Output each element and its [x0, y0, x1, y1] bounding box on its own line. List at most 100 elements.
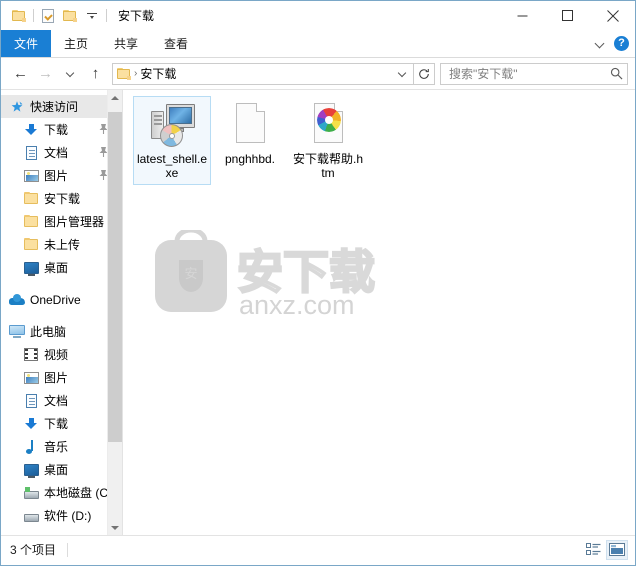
sidebar-item-label: 图片管理器 [44, 215, 105, 229]
sidebar-item-documents-pc[interactable]: 文档 [1, 389, 122, 412]
tab-file[interactable]: 文件 [1, 30, 52, 57]
recent-locations-button[interactable] [58, 61, 83, 86]
chevron-down-icon [398, 69, 408, 79]
file-item[interactable]: 安下载帮助.htm [289, 96, 367, 185]
breadcrumb-dropdown-icon[interactable] [395, 64, 411, 84]
drive-icon [23, 485, 39, 501]
sidebar-item-not-uploaded[interactable]: 未上传 [1, 233, 122, 256]
sidebar-item-label: 音乐 [44, 440, 69, 454]
sidebar-item-quick-access[interactable]: 快速访问 [1, 95, 122, 118]
back-arrow-icon: ← [13, 65, 28, 82]
window-title: 安下载 [118, 9, 155, 23]
svg-text:安下载: 安下载 [237, 246, 375, 298]
sidebar-item-label: 文档 [44, 394, 69, 408]
document-icon [23, 145, 39, 161]
sidebar-item-label: 此电脑 [30, 325, 67, 339]
qat-divider [33, 9, 34, 22]
window-controls [500, 1, 635, 30]
quick-access-toolbar: 安下载 [1, 5, 154, 27]
sidebar-item-label: 图片 [44, 169, 69, 183]
sidebar-item-label: 未上传 [44, 238, 81, 252]
sidebar-item-downloads-pc[interactable]: 下载 [1, 412, 122, 435]
back-button[interactable]: ← [8, 61, 33, 86]
scroll-down-icon[interactable] [108, 520, 122, 535]
minimize-icon[interactable] [500, 1, 545, 30]
sidebar-item-software-d[interactable]: 软件 (D:) [1, 504, 122, 527]
sidebar-item-downloads[interactable]: 下载 [1, 118, 122, 141]
tab-home[interactable]: 主页 [51, 30, 101, 57]
html-pinwheel-icon [304, 101, 352, 149]
file-name: pnghhbd. [224, 152, 276, 166]
sidebar-item-desktop[interactable]: 桌面 [1, 256, 122, 279]
sidebar-item-label: 视频 [44, 348, 69, 362]
view-toggle-group [582, 536, 628, 563]
file-name: latest_shell.exe [136, 152, 208, 180]
up-arrow-icon: ↑ [91, 65, 100, 82]
sidebar-item-onedrive[interactable]: OneDrive [1, 288, 122, 311]
chevron-down-icon [66, 69, 76, 79]
sidebar-item-pictures[interactable]: 图片 [1, 164, 122, 187]
sidebar-item-label: 图片 [44, 371, 69, 385]
tab-view[interactable]: 查看 [151, 30, 201, 57]
sidebar-item-label: 安下载 [44, 192, 81, 206]
scroll-up-icon[interactable] [108, 90, 122, 105]
close-icon[interactable] [590, 1, 635, 30]
navigation-list: 快速访问 下载 文档 图片 安下载 图片管理器 未上传 桌面 OneDrive … [1, 90, 122, 527]
chevron-down-icon[interactable] [595, 38, 606, 49]
sidebar-item-local-disk-c[interactable]: 本地磁盘 (C [1, 481, 122, 504]
folder-icon[interactable] [8, 5, 30, 27]
breadcrumb-bar[interactable]: › 安下载 [112, 62, 414, 85]
search-box[interactable] [440, 62, 628, 85]
new-folder-icon[interactable] [59, 5, 81, 27]
this-pc-icon [9, 324, 25, 340]
details-view-icon[interactable] [582, 540, 604, 560]
onedrive-icon [9, 292, 25, 308]
tab-share[interactable]: 共享 [101, 30, 151, 57]
breadcrumb: › 安下载 [117, 65, 395, 82]
status-bar: 3 个项目 [1, 535, 635, 563]
watermark: 安 安下载 anxz.com [153, 230, 433, 322]
document-icon [23, 393, 39, 409]
sidebar-item-videos[interactable]: 视频 [1, 343, 122, 366]
file-item[interactable]: latest_shell.exe [133, 96, 211, 185]
sidebar-item-this-pc[interactable]: 此电脑 [1, 320, 122, 343]
pictures-icon [23, 168, 39, 184]
doc-check-icon[interactable] [37, 5, 59, 27]
breadcrumb-separator: › [134, 68, 138, 79]
download-icon [23, 122, 39, 138]
navigation-pane: 快速访问 下载 文档 图片 安下载 图片管理器 未上传 桌面 OneDrive … [1, 90, 123, 535]
sidebar-item-desktop-pc[interactable]: 桌面 [1, 458, 122, 481]
qat-divider-2 [106, 9, 107, 22]
breadcrumb-current[interactable]: 安下载 [140, 65, 176, 82]
help-icon[interactable]: ? [614, 36, 629, 51]
search-input[interactable] [447, 65, 610, 82]
sidebar-item-picture-manager[interactable]: 图片管理器 [1, 210, 122, 233]
sidebar-item-pictures-pc[interactable]: 图片 [1, 366, 122, 389]
sidebar-item-label: 文档 [44, 146, 69, 160]
pictures-icon [23, 370, 39, 386]
refresh-button[interactable] [414, 62, 435, 85]
address-bar: ← → ↑ › 安下载 [1, 58, 635, 89]
file-list-pane[interactable]: 安 安下载 anxz.com latest_shell.exe pnghhbd.… [123, 90, 635, 535]
sidebar-item-label: 桌面 [44, 463, 69, 477]
search-icon[interactable] [610, 67, 623, 80]
sidebar-item-music[interactable]: 音乐 [1, 435, 122, 458]
caret-down-icon[interactable] [81, 5, 103, 27]
file-explorer-window: 安下载 文件 主页 共享 查看 ? ← → ↑ › 安下载 搜索"安下载" 快速… [0, 0, 636, 566]
sidebar-item-label: 本地磁盘 (C [44, 486, 108, 500]
forward-button[interactable]: → [33, 61, 58, 86]
file-item[interactable]: pnghhbd. [211, 96, 289, 185]
sidebar-item-documents[interactable]: 文档 [1, 141, 122, 164]
file-grid: latest_shell.exe pnghhbd. 安下载帮助.htm [133, 96, 367, 185]
maximize-icon[interactable] [545, 1, 590, 30]
sidebar-scrollbar[interactable] [107, 90, 122, 535]
sidebar-item-anxiazai[interactable]: 安下载 [1, 187, 122, 210]
pin-star-icon [9, 99, 25, 115]
scrollbar-thumb[interactable] [108, 112, 122, 442]
drive-plain-icon [23, 508, 39, 524]
folder-icon [23, 237, 39, 253]
up-button[interactable]: ↑ [83, 61, 108, 86]
large-icons-view-icon[interactable] [606, 539, 628, 560]
sidebar-item-label: 下载 [44, 417, 69, 431]
